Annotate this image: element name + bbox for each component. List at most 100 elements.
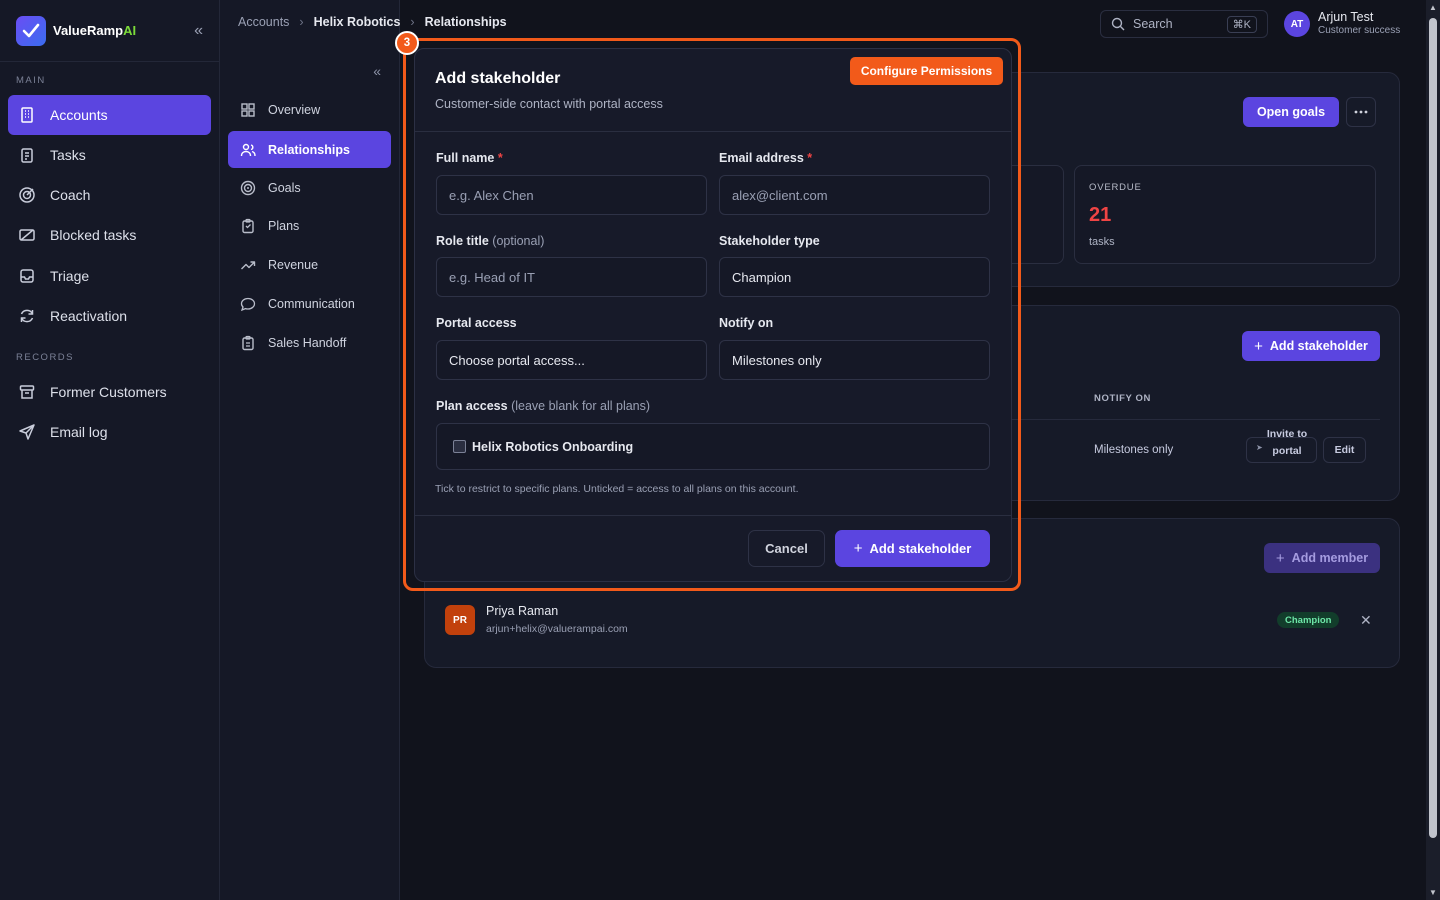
clipboard-icon	[21, 148, 33, 163]
subnav-item-revenue[interactable]: Revenue	[228, 246, 391, 283]
blocked-icon	[19, 229, 35, 241]
add-member-button[interactable]: + Add member	[1264, 543, 1380, 573]
user-name: Arjun Test	[1318, 10, 1374, 24]
scroll-up-icon[interactable]: ▲	[1429, 3, 1437, 12]
sidebar-item-blocked-tasks[interactable]: Blocked tasks	[8, 215, 211, 255]
member-role-badge: Champion	[1277, 612, 1340, 628]
sidebar-item-accounts[interactable]: Accounts	[8, 95, 211, 135]
subnav-item-plans[interactable]: Plans	[228, 207, 391, 244]
sidebar-item-label: Reactivation	[50, 308, 128, 324]
search-button[interactable]: Search ⌘K	[1100, 10, 1268, 38]
breadcrumb-separator-icon: ›	[299, 15, 304, 29]
main-sidebar: ValueRampAI « MAIN Accounts Tasks Coach …	[0, 0, 220, 900]
member-name: Priya Raman	[486, 604, 559, 618]
notify-on-select[interactable]: Milestones only	[719, 340, 990, 380]
email-label: Email address *	[719, 151, 813, 165]
overdue-stat-card	[1074, 165, 1376, 264]
send-small-icon: ➤	[1256, 443, 1263, 452]
sidebar-item-label: Blocked tasks	[50, 227, 137, 243]
user-avatar[interactable]: AT	[1284, 11, 1310, 37]
archive-icon	[19, 385, 35, 399]
search-icon	[1111, 17, 1125, 31]
subnav-collapse-button[interactable]: «	[373, 63, 381, 79]
table-row-divider	[1010, 419, 1380, 420]
send-icon	[19, 424, 35, 440]
subnav-item-communication[interactable]: Communication	[228, 285, 391, 322]
member-avatar: PR	[445, 605, 475, 635]
modal-header-divider	[415, 131, 1011, 132]
notify-on-value: Milestones only	[732, 352, 822, 368]
goal-icon	[240, 180, 256, 195]
breadcrumb-current: Relationships	[424, 15, 507, 29]
notify-on-label: Notify on	[719, 316, 774, 330]
breadcrumb-account-link[interactable]: Helix Robotics	[314, 15, 401, 29]
scrollbar-thumb[interactable]	[1429, 18, 1437, 838]
clipboard-icon	[242, 218, 254, 233]
open-goals-button[interactable]: Open goals	[1243, 97, 1339, 127]
sidebar-item-label: Accounts	[50, 107, 108, 123]
remove-member-close-icon[interactable]: ✕	[1360, 612, 1372, 629]
sidebar-item-email-log[interactable]: Email log	[8, 412, 211, 452]
full-name-input[interactable]: e.g. Alex Chen	[436, 175, 707, 215]
breadcrumb-accounts-link[interactable]: Accounts	[238, 15, 289, 29]
sidebar-item-label: Coach	[50, 187, 91, 203]
subnav-item-label: Sales Handoff	[268, 335, 347, 350]
edit-stakeholder-button[interactable]: Edit	[1323, 437, 1366, 463]
breadcrumb-separator-icon: ›	[410, 15, 415, 29]
email-placeholder: alex@client.com	[732, 187, 828, 203]
app-logo	[16, 15, 46, 46]
sidebar-item-label: Email log	[50, 424, 108, 440]
email-input[interactable]: alex@client.com	[719, 175, 990, 215]
scroll-down-icon[interactable]: ▼	[1429, 888, 1437, 897]
table-cell-notify: Milestones only	[1094, 444, 1174, 456]
add-stakeholder-submit-button[interactable]: + Add stakeholder	[835, 530, 990, 567]
role-title-label: Role title (optional)	[436, 234, 545, 248]
section-label-main: MAIN	[16, 75, 46, 86]
section-label-records: RECORDS	[16, 352, 75, 363]
more-options-button[interactable]	[1346, 97, 1376, 127]
clipboard-list-icon	[242, 335, 254, 350]
portal-access-select[interactable]: Choose portal access...	[436, 340, 707, 380]
subnav-item-label: Communication	[268, 296, 355, 311]
chat-icon	[240, 297, 256, 311]
sidebar-collapse-button[interactable]: «	[194, 22, 203, 40]
subnav-item-sales-handoff[interactable]: Sales Handoff	[228, 324, 391, 361]
plan-option-label[interactable]: Helix Robotics Onboarding	[472, 440, 633, 454]
stakeholder-type-label: Stakeholder type	[719, 234, 820, 248]
inbox-icon	[20, 269, 34, 283]
role-title-input[interactable]: e.g. Head of IT	[436, 257, 707, 297]
sidebar-item-former-customers[interactable]: Former Customers	[8, 372, 211, 412]
notify-on-column-header: NOTIFY ON	[1094, 393, 1151, 404]
plan-access-hint: Tick to restrict to specific plans. Unti…	[435, 483, 799, 495]
grid-icon	[241, 102, 255, 117]
brand-name: ValueRampAI	[53, 23, 137, 38]
sidebar-item-reactivation[interactable]: Reactivation	[8, 296, 211, 336]
modal-subtitle: Customer-side contact with portal access	[435, 97, 663, 111]
sidebar-item-label: Triage	[50, 268, 90, 284]
plus-icon: +	[1254, 337, 1263, 355]
subnav-item-overview[interactable]: Overview	[228, 91, 391, 128]
subnav-item-goals[interactable]: Goals	[228, 169, 391, 206]
sidebar-item-triage[interactable]: Triage	[8, 256, 211, 296]
modal-title: Add stakeholder	[435, 70, 561, 87]
add-stakeholder-bg-button[interactable]: + Add stakeholder	[1242, 331, 1380, 361]
trend-icon	[241, 260, 256, 269]
full-name-label: Full name *	[436, 151, 503, 165]
stakeholder-type-select[interactable]: Champion	[719, 257, 990, 297]
subnav-item-relationships[interactable]: Relationships	[228, 131, 391, 168]
page-scrollbar[interactable]: ▲ ▼	[1426, 0, 1440, 900]
plan-checkbox[interactable]	[453, 440, 466, 453]
add-member-label: Add member	[1291, 551, 1369, 565]
configure-permissions-button[interactable]: Configure Permissions	[850, 57, 1003, 85]
sidebar-item-tasks[interactable]: Tasks	[8, 135, 211, 175]
subnav-item-label: Overview	[268, 102, 321, 117]
logo-check-icon	[22, 23, 40, 37]
subnav-item-label: Plans	[268, 218, 300, 233]
portal-access-value: Choose portal access...	[449, 352, 585, 368]
sidebar-item-coach[interactable]: Coach	[8, 175, 211, 215]
cancel-button[interactable]: Cancel	[748, 530, 825, 567]
overdue-unit: tasks	[1089, 236, 1115, 248]
account-subnav: « Overview Relationships Goals Plans Rev…	[220, 0, 400, 900]
overdue-value: 21	[1089, 204, 1112, 226]
user-role: Customer success	[1318, 25, 1401, 36]
